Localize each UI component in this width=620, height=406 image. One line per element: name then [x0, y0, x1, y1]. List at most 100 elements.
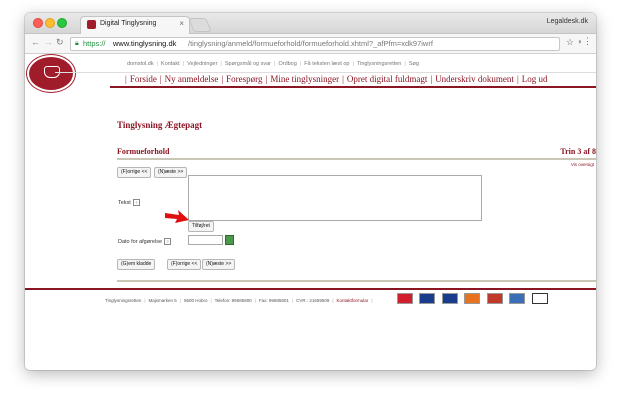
- text-label-text: Tekst: [118, 199, 131, 206]
- separator: |: [210, 298, 212, 303]
- page-title: Tinglysning Ægtepagt: [117, 120, 203, 130]
- top-link-2[interactable]: Vejledninger: [187, 61, 217, 67]
- favicon-icon: [87, 20, 96, 29]
- back-arrow-icon[interactable]: ←: [31, 37, 40, 47]
- top-link-1[interactable]: Kontakt: [161, 61, 180, 67]
- separator: |: [220, 61, 222, 67]
- footer-item-1: Majsmarken 5: [148, 298, 177, 303]
- maestro-icon: [486, 293, 503, 304]
- separator: |: [254, 298, 256, 303]
- footer-item-3: Telefon: 99685800: [214, 298, 252, 303]
- dankort-icon: [397, 293, 413, 304]
- separator: |: [274, 61, 276, 67]
- footer-item-2: 9500 Hobro: [183, 298, 208, 303]
- separator: |: [125, 74, 127, 84]
- browser-tab[interactable]: Digital Tinglysning ×: [80, 16, 190, 34]
- help-icon[interactable]: ?: [164, 238, 172, 245]
- separator: |: [159, 74, 162, 84]
- previous-button[interactable]: (F)orrige <<: [167, 259, 202, 270]
- top-links: domstol.dk | Kontakt | Vejledninger | Spørgsmå…: [127, 61, 419, 67]
- nav-item-1[interactable]: Ny anmeldelse: [165, 74, 219, 84]
- top-link-6[interactable]: Tinglysningsretten: [357, 61, 401, 67]
- top-link-7[interactable]: Søg: [409, 61, 419, 67]
- address-bar[interactable]: 🔒︎ https:// www.tinglysning.dk /tinglysn…: [70, 37, 560, 51]
- forward-arrow-icon[interactable]: →: [44, 37, 53, 47]
- top-link-0[interactable]: domstol.dk: [127, 61, 154, 67]
- separator: |: [182, 61, 185, 67]
- section-title: Formueforhold: [117, 147, 170, 156]
- domstol-logo[interactable]: [27, 55, 75, 92]
- visa-electron-icon: [441, 293, 458, 304]
- payment-cards: [397, 293, 550, 305]
- section-rule: [117, 158, 596, 160]
- overview-link[interactable]: Vis oversigt: [571, 162, 594, 167]
- reload-icon[interactable]: ↻: [56, 37, 64, 48]
- separator: |: [332, 298, 334, 303]
- top-link-5[interactable]: Få teksten læst op: [304, 61, 349, 67]
- nav-item-0[interactable]: Forside: [130, 74, 157, 84]
- tab-close-icon[interactable]: ×: [179, 19, 184, 28]
- previous-button[interactable]: (F)orrige <<: [117, 167, 152, 178]
- separator: |: [156, 61, 159, 67]
- date-label: Dato for afgørelse?: [118, 238, 172, 245]
- main-nav: | Forside | Ny anmeldelse | Forespørg | Mine ti…: [122, 74, 548, 84]
- separator: |: [516, 74, 519, 84]
- nav-item-2[interactable]: Forespørg: [226, 74, 262, 84]
- date-input[interactable]: [188, 235, 223, 245]
- divider: [55, 72, 596, 73]
- tab-title: Digital Tinglysning: [100, 20, 157, 27]
- mastercard-icon: [464, 293, 481, 304]
- nav-item-3[interactable]: Mine tinglysninger: [270, 74, 339, 84]
- footer-item-0: Tinglysningsretten: [105, 298, 142, 303]
- section-rule: [117, 280, 596, 282]
- lock-icon: 🔒︎: [75, 40, 79, 47]
- separator: |: [342, 74, 344, 84]
- profile-name[interactable]: Legaldesk.dk: [547, 18, 588, 25]
- help-icon[interactable]: ?: [132, 199, 140, 206]
- close-window-icon[interactable]: [33, 18, 43, 28]
- browser-window: Digital Tinglysning × Legaldesk.dk ← → ↻…: [25, 13, 596, 370]
- separator: |: [430, 74, 433, 84]
- nav-item-4[interactable]: Opret digital fuldmagt: [347, 74, 427, 84]
- date-label-text: Dato for afgørelse: [118, 238, 163, 245]
- url-scheme: https://: [83, 39, 106, 48]
- star-icon[interactable]: ☆: [566, 37, 574, 48]
- jcb-icon: [531, 293, 548, 304]
- insert-edit-button[interactable]: Tilføj/ret: [188, 221, 214, 232]
- menu-icon[interactable]: ⋮: [583, 36, 592, 47]
- next-button[interactable]: (N)æste >>: [154, 167, 188, 178]
- separator: |: [179, 298, 181, 303]
- amex-icon: [509, 293, 526, 304]
- footer-rule: [25, 288, 596, 290]
- contact-form-link[interactable]: Kontaktformular: [337, 298, 369, 303]
- top-link-4[interactable]: Ordbog: [278, 61, 296, 67]
- footer-info: Tinglysningsretten | Majsmarken 5 | 9500 Hob…: [105, 298, 375, 303]
- separator: |: [299, 61, 302, 67]
- browser-toolbar: ← → ↻ 🔒︎ https:// www.tinglysning.dk /ti…: [25, 34, 596, 54]
- separator: |: [352, 61, 354, 67]
- footer-item-5: CVR.: 21659509: [296, 298, 330, 303]
- next-button[interactable]: (N)æste >>: [202, 259, 236, 270]
- separator: |: [144, 298, 146, 303]
- visa-icon: [419, 293, 436, 304]
- text-area[interactable]: [188, 175, 482, 221]
- separator: |: [221, 74, 224, 84]
- save-draft-button[interactable]: (G)em kladde: [117, 259, 156, 270]
- red-arrow-icon: [165, 210, 189, 223]
- minimize-window-icon[interactable]: [45, 18, 55, 28]
- nav-item-5[interactable]: Underskriv dokument: [435, 74, 514, 84]
- separator: |: [404, 61, 406, 67]
- title-bar: Digital Tinglysning × Legaldesk.dk: [25, 13, 596, 34]
- nav-rule: [110, 86, 596, 88]
- calendar-icon[interactable]: [225, 235, 234, 245]
- nav-item-6[interactable]: Log ud: [522, 74, 548, 84]
- page-content: domstol.dk | Kontakt | Vejledninger | Spørgsmå…: [25, 54, 596, 370]
- new-tab-button[interactable]: [188, 18, 212, 32]
- footer-item-4: Fax: 99685801: [258, 298, 289, 303]
- url-path: /tinglysning/anmeld/formueforhold/formue…: [188, 39, 433, 48]
- separator: |: [265, 74, 268, 84]
- top-link-3[interactable]: Spørgsmål og svar: [225, 61, 271, 67]
- step-indicator: Trin 3 af 8: [560, 147, 596, 156]
- separator: |: [291, 298, 294, 303]
- maximize-window-icon[interactable]: [57, 18, 67, 28]
